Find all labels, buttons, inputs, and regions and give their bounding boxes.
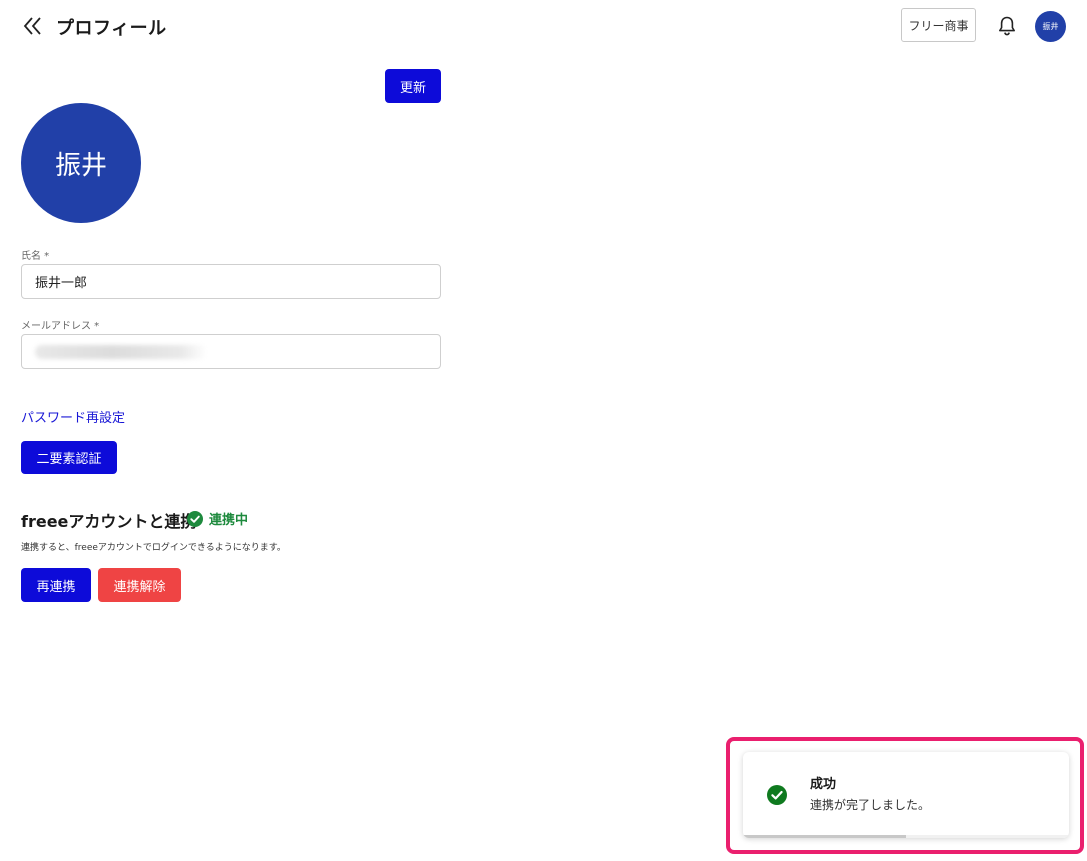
email-field[interactable] [21, 334, 441, 369]
profile-avatar: 振井 [21, 103, 141, 223]
email-label: メールアドレス * [21, 321, 100, 332]
toast-progress-track [743, 835, 1069, 838]
page-title: プロフィール [56, 18, 167, 39]
password-reset-link[interactable]: パスワード再設定 [21, 407, 125, 426]
top-bar: プロフィール フリー商事 振井 [0, 0, 1087, 52]
two-factor-auth-button[interactable]: 二要素認証 [21, 441, 117, 474]
bell-icon[interactable] [997, 15, 1017, 37]
toast-highlight-frame: 成功 連携が完了しました。 [726, 737, 1084, 854]
relink-button[interactable]: 再連携 [21, 568, 91, 602]
freee-link-description: 連携すると、freeeアカウントでログインできるようになります。 [21, 543, 286, 553]
name-label: 氏名 * [21, 251, 50, 262]
check-circle-icon [767, 785, 787, 805]
success-toast[interactable]: 成功 連携が完了しました。 [743, 752, 1069, 838]
check-circle-icon [187, 510, 203, 527]
toast-message: 連携が完了しました。 [810, 798, 931, 812]
user-avatar-button[interactable]: 振井 [1035, 11, 1066, 42]
toast-title: 成功 [810, 777, 837, 792]
toast-progress-bar [743, 835, 906, 838]
double-chevron-left-icon[interactable] [22, 15, 44, 37]
update-button[interactable]: 更新 [385, 69, 441, 103]
freee-link-title: freeeアカウントと連携 [21, 512, 197, 531]
link-status-text: 連携中 [209, 513, 249, 528]
email-value-redacted [35, 344, 207, 359]
link-status-badge: 連携中 [187, 509, 248, 528]
unlink-button[interactable]: 連携解除 [98, 568, 181, 602]
company-switch-button[interactable]: フリー商事 [901, 8, 976, 42]
name-field[interactable]: 振井一郎 [21, 264, 441, 299]
